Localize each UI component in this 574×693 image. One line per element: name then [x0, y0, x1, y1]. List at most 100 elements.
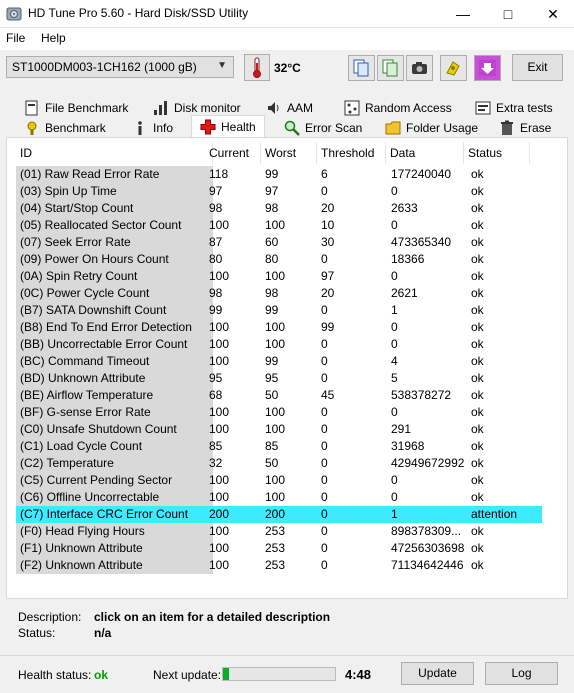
table-row[interactable]: (0A) Spin Retry Count 100 100 97 0 ok — [12, 268, 560, 285]
cell-data: 4 — [391, 354, 398, 368]
cell-current: 98 — [209, 286, 223, 300]
table-row[interactable]: (F2) Unknown Attribute 100 253 0 71134642446… — [12, 557, 560, 574]
column-header-id[interactable]: ID — [16, 142, 213, 164]
log-button[interactable]: Log — [485, 662, 558, 685]
table-row[interactable]: (09) Power On Hours Count 80 80 0 18366 ok — [12, 251, 560, 268]
table-row[interactable]: (C7) Interface CRC Error Count 200 200 0 1 at… — [12, 506, 560, 523]
cell-current: 85 — [209, 439, 223, 453]
cell-id: (05) Reallocated Sector Count — [16, 217, 213, 234]
table-row[interactable]: (0C) Power Cycle Count 98 98 20 2621 ok — [12, 285, 560, 302]
update-button[interactable]: Update — [401, 662, 474, 685]
column-header-data[interactable]: Data — [386, 142, 464, 164]
cell-status: ok — [471, 371, 484, 385]
cell-threshold: 45 — [321, 388, 335, 402]
table-row[interactable]: (C1) Load Cycle Count 85 85 0 31968 ok — [12, 438, 560, 455]
cell-current: 100 — [209, 218, 230, 232]
smart-attributes-table[interactable]: ID Current Worst Threshold Data Status (… — [12, 142, 560, 594]
status-label: Status: — [18, 626, 56, 640]
cell-threshold: 0 — [321, 541, 328, 555]
tab-benchmark[interactable]: Benchmark — [24, 118, 106, 138]
minimize-icon[interactable]: — — [440, 0, 486, 28]
cell-id: (04) Start/Stop Count — [16, 200, 213, 217]
cell-threshold: 0 — [321, 439, 328, 453]
cell-data: 177240040 — [391, 167, 452, 181]
cell-threshold: 6 — [321, 167, 328, 181]
table-row[interactable]: (05) Reallocated Sector Count 100 100 10 0 ok — [12, 217, 560, 234]
tab-label: Folder Usage — [406, 121, 479, 135]
drive-select-value: ST1000DM003-1CH162 (1000 gB) — [12, 60, 197, 74]
drive-select[interactable]: ST1000DM003-1CH162 (1000 gB) ▼ — [6, 56, 234, 78]
tab-label: Benchmark — [45, 121, 106, 135]
cell-status: ok — [471, 490, 484, 504]
table-row[interactable]: (C2) Temperature 32 50 0 42949672992 ok — [12, 455, 560, 472]
tab-extra-tests[interactable]: Extra tests — [475, 98, 553, 118]
tab-label: Health — [221, 120, 256, 134]
column-header-status[interactable]: Status — [464, 142, 530, 164]
table-row[interactable]: (BC) Command Timeout 100 99 0 4 ok — [12, 353, 560, 370]
tab-erase[interactable]: Erase — [499, 118, 551, 138]
cell-data: 0 — [391, 269, 398, 283]
cell-threshold: 20 — [321, 286, 335, 300]
tab-folder-usage[interactable]: Folder Usage — [385, 118, 478, 138]
table-row[interactable]: (F0) Head Flying Hours 100 253 0 898378309..… — [12, 523, 560, 540]
column-header-worst[interactable]: Worst — [261, 142, 317, 164]
tab-health[interactable]: Health — [191, 115, 265, 138]
column-header-threshold[interactable]: Threshold — [317, 142, 386, 164]
cell-current: 100 — [209, 558, 230, 572]
cell-status: ok — [471, 422, 484, 436]
tab-file-benchmark[interactable]: File Benchmark — [24, 98, 128, 118]
cell-status: ok — [471, 184, 484, 198]
tab-aam[interactable]: AAM — [266, 98, 313, 118]
table-row[interactable]: (01) Raw Read Error Rate 118 99 6 177240040 o… — [12, 166, 560, 183]
table-row[interactable]: (BB) Uncorrectable Error Count 100 100 0 0 ok — [12, 336, 560, 353]
tab-info[interactable]: Info — [132, 118, 173, 138]
options-icon[interactable] — [440, 55, 467, 81]
table-row[interactable]: (B8) End To End Error Detection 100 100 99 0… — [12, 319, 560, 336]
table-row[interactable]: (C0) Unsafe Shutdown Count 100 100 0 291 ok — [12, 421, 560, 438]
cell-worst: 99 — [265, 303, 279, 317]
table-row[interactable]: (C5) Current Pending Sector 100 100 0 0 ok — [12, 472, 560, 489]
table-row[interactable]: (04) Start/Stop Count 98 98 20 2633 ok — [12, 200, 560, 217]
cell-data: 0 — [391, 320, 398, 334]
cell-current: 100 — [209, 405, 230, 419]
file-benchmark-icon — [25, 100, 38, 116]
cell-current: 100 — [209, 337, 230, 351]
table-row[interactable]: (C6) Offline Uncorrectable 100 100 0 0 ok — [12, 489, 560, 506]
window-title: HD Tune Pro 5.60 - Hard Disk/SSD Utility — [28, 6, 249, 20]
tab-random-access[interactable]: Random Access — [344, 98, 452, 118]
cell-data: 2621 — [391, 286, 418, 300]
copy-text-icon[interactable] — [377, 55, 404, 81]
temperature-value: 32°C — [274, 61, 301, 75]
screenshot-camera-icon[interactable] — [406, 55, 433, 81]
cell-threshold: 97 — [321, 269, 335, 283]
info-icon — [138, 121, 142, 135]
table-row[interactable]: (B7) SATA Downshift Count 99 99 0 1 ok — [12, 302, 560, 319]
menu-file[interactable]: File — [6, 31, 25, 45]
cell-data: 0 — [391, 218, 398, 232]
table-row[interactable]: (BE) Airflow Temperature 68 50 45 538378272 o… — [12, 387, 560, 404]
tab-label: Erase — [520, 121, 552, 135]
cell-worst: 253 — [265, 524, 286, 538]
cell-data: 0 — [391, 184, 398, 198]
cell-data: 5 — [391, 371, 398, 385]
copy-info-icon[interactable] — [348, 55, 375, 81]
menu-help[interactable]: Help — [41, 31, 66, 45]
cell-data: 0 — [391, 337, 398, 351]
maximize-icon[interactable]: □ — [485, 0, 531, 28]
column-header-current[interactable]: Current — [205, 142, 261, 164]
close-icon[interactable]: ✕ — [530, 0, 574, 28]
table-row[interactable]: (07) Seek Error Rate 87 60 30 473365340 ok — [12, 234, 560, 251]
cell-worst: 98 — [265, 286, 279, 300]
table-row[interactable]: (BD) Unknown Attribute 95 95 0 5 ok — [12, 370, 560, 387]
exit-button[interactable]: Exit — [512, 54, 563, 81]
status-value: n/a — [94, 626, 112, 640]
save-download-icon[interactable] — [474, 55, 501, 81]
tab-label: Extra tests — [496, 101, 553, 115]
tab-error-scan[interactable]: Error Scan — [284, 118, 362, 138]
cell-data: 42949672992 — [391, 456, 465, 470]
cell-current: 99 — [209, 303, 223, 317]
next-update-label: Next update: — [153, 668, 222, 682]
table-row[interactable]: (F1) Unknown Attribute 100 253 0 47256303698… — [12, 540, 560, 557]
table-row[interactable]: (03) Spin Up Time 97 97 0 0 ok — [12, 183, 560, 200]
table-row[interactable]: (BF) G-sense Error Rate 100 100 0 0 ok — [12, 404, 560, 421]
